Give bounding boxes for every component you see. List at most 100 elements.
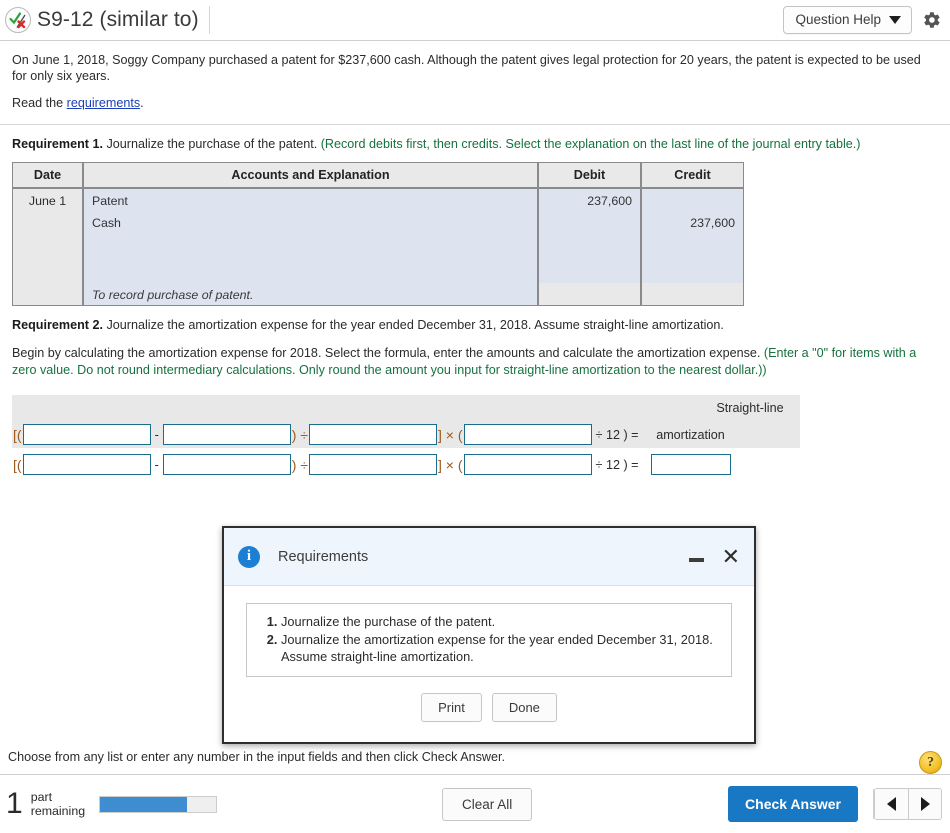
question-page: S9-12 (similar to) Question Help On June…: [0, 0, 950, 833]
requirement-1-label: Requirement 1.: [12, 137, 103, 151]
formula-open-bracket: [(: [13, 456, 22, 473]
formula-open-bracket: [(: [13, 426, 22, 443]
column-header-debit: Debit: [537, 163, 640, 189]
formula-value-months[interactable]: [463, 454, 592, 475]
formula-value-cost[interactable]: [22, 454, 151, 475]
question-help-label: Question Help: [795, 12, 881, 27]
cell-debit[interactable]: 237,600: [537, 189, 640, 211]
formula-input-residual[interactable]: [162, 424, 291, 445]
question-content: On June 1, 2018, Soggy Company purchased…: [0, 52, 950, 478]
straight-line-label-line2: amortization: [656, 427, 725, 442]
formula-result-wrap: [643, 454, 739, 475]
formula-row-1: [( - ) ÷ ] × ( ÷ 12 ) = amortization: [12, 421, 800, 448]
requirements-link[interactable]: requirements: [67, 96, 141, 110]
gear-icon[interactable]: [920, 9, 942, 31]
cell-account[interactable]: Patent: [82, 189, 537, 211]
page-header: S9-12 (similar to) Question Help: [0, 0, 950, 41]
cell-credit[interactable]: 237,600: [640, 211, 743, 233]
formula-input-life[interactable]: [309, 424, 438, 445]
minimize-icon[interactable]: [688, 557, 704, 562]
list-item: Journalize the purchase of the patent.: [281, 613, 719, 630]
formula-close-paren-divide: ) ÷: [291, 426, 309, 443]
cell-account[interactable]: Cash: [82, 211, 537, 233]
formula-close-bracket-times: ] × (: [438, 426, 463, 443]
dialog-footer: Print Done: [246, 693, 732, 722]
question-mark-icon[interactable]: ?: [919, 751, 942, 774]
formula-close-paren-divide: ) ÷: [291, 456, 309, 473]
parts-remaining-label: part remaining: [31, 790, 85, 818]
list-item: Journalize the amortization expense for …: [281, 631, 719, 665]
requirement-2-body: Journalize the amortization expense for …: [102, 318, 724, 332]
dialog-body: Journalize the purchase of the patent. J…: [224, 586, 754, 722]
table-row[interactable]: June 1 Patent 237,600: [13, 189, 743, 211]
done-button[interactable]: Done: [491, 693, 557, 722]
formula-header-row: Straight-line [( - ) ÷ ] × ( ÷ 12 ) = am…: [12, 395, 800, 448]
progress-bar-fill: [100, 796, 188, 812]
column-header-accounts: Accounts and Explanation: [82, 163, 537, 189]
formula-close-bracket-times: ] × (: [438, 456, 463, 473]
requirement-1-body: Journalize the purchase of the patent.: [102, 137, 321, 151]
close-icon[interactable]: ✕: [722, 545, 740, 568]
cell-account[interactable]: [82, 233, 537, 283]
cell-debit[interactable]: [537, 211, 640, 233]
requirements-list-box: Journalize the purchase of the patent. J…: [246, 603, 732, 677]
instruction-text: Begin by calculating the amortization ex…: [12, 346, 764, 360]
requirement-1-heading: Requirement 1. Journalize the purchase o…: [12, 136, 938, 153]
requirements-list: Journalize the purchase of the patent. J…: [259, 613, 719, 665]
info-icon: i: [238, 545, 260, 568]
formula-input-cost[interactable]: [22, 424, 151, 445]
formula-input-months[interactable]: [463, 424, 592, 445]
problem-statement: On June 1, 2018, Soggy Company purchased…: [12, 53, 921, 83]
cell-credit: [640, 283, 743, 305]
cell-credit[interactable]: [640, 233, 743, 283]
footer-note: Choose from any list or enter any number…: [8, 750, 506, 764]
parts-label-line2: remaining: [30, 804, 86, 818]
dialog-header: i Requirements ✕: [224, 528, 754, 586]
parts-label-line1: part: [30, 790, 53, 804]
journal-entry-table: Date Accounts and Explanation Debit Cred…: [12, 162, 744, 306]
chevron-down-icon: [889, 15, 901, 24]
dialog-title: Requirements: [278, 548, 369, 565]
formula-minus: -: [154, 457, 159, 472]
formula-value-residual[interactable]: [162, 454, 291, 475]
table-header-row: Date Accounts and Explanation Debit Cred…: [13, 163, 743, 189]
triangle-right-icon: [920, 797, 930, 811]
cell-date: [13, 211, 82, 233]
table-row[interactable]: Cash 237,600: [13, 211, 743, 233]
cell-date: [13, 283, 82, 305]
formula-divide-twelve: ÷ 12 ) =: [595, 457, 639, 472]
straight-line-label-line1: Straight-line: [716, 401, 784, 415]
check-cross-icon: [5, 7, 31, 33]
formula-result-input[interactable]: [650, 454, 731, 475]
read-suffix: .: [140, 96, 144, 110]
requirement-2-label: Requirement 2.: [12, 318, 103, 332]
triangle-left-icon: [887, 797, 896, 811]
print-button[interactable]: Print: [421, 693, 482, 722]
previous-button[interactable]: [875, 789, 908, 819]
progress-bar: [99, 795, 218, 813]
check-answer-button[interactable]: Check Answer: [728, 786, 858, 822]
clear-all-button[interactable]: Clear All: [442, 787, 533, 821]
cell-debit[interactable]: [537, 233, 640, 283]
requirement-1-hint: (Record debits first, then credits. Sele…: [320, 137, 861, 151]
cell-explanation[interactable]: To record purchase of patent.: [82, 283, 537, 305]
header-actions: Question Help: [783, 6, 950, 34]
table-row[interactable]: To record purchase of patent.: [13, 283, 743, 305]
formula-value-life[interactable]: [309, 454, 438, 475]
column-header-date: Date: [13, 163, 82, 189]
cell-credit[interactable]: [640, 189, 743, 211]
navigation-buttons: [874, 788, 942, 820]
column-header-credit: Credit: [640, 163, 743, 189]
divider: [0, 124, 950, 125]
cell-debit: [537, 283, 640, 305]
question-help-button[interactable]: Question Help: [783, 6, 912, 34]
straight-line-label: Straight-line: [702, 401, 798, 415]
title-divider: [208, 6, 210, 34]
table-row[interactable]: [13, 233, 743, 283]
page-title: S9-12 (similar to): [37, 8, 199, 31]
next-button[interactable]: [908, 789, 941, 819]
parts-remaining-count: 1: [6, 787, 23, 820]
formula-minus: -: [154, 427, 159, 442]
amortization-formula: Straight-line [( - ) ÷ ] × ( ÷ 12 ) = am…: [12, 395, 938, 478]
requirement-2-heading: Requirement 2. Journalize the amortizati…: [12, 317, 938, 334]
